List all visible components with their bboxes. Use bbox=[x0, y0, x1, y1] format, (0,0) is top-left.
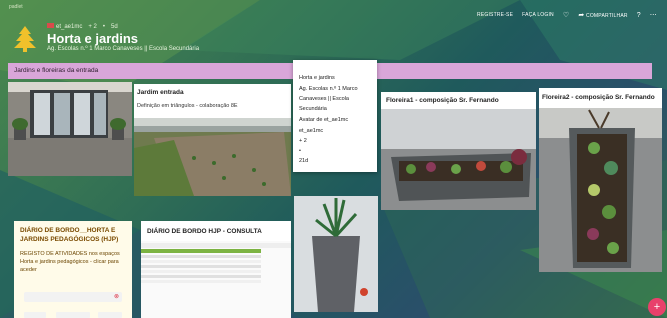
entrance-photo bbox=[8, 82, 132, 176]
post-jardim-entrada[interactable]: Jardim entrada Definição em triângulos -… bbox=[134, 84, 291, 196]
garden-photo bbox=[134, 118, 291, 196]
action-pill[interactable] bbox=[56, 312, 90, 318]
author-name[interactable]: et_ae1mc bbox=[56, 24, 82, 30]
help-icon[interactable]: ? bbox=[637, 12, 641, 19]
page-title: Horta e jardins bbox=[47, 31, 139, 46]
author-tooltip: Horta e jardins Ag. Escolas n.º 1 Marco … bbox=[293, 60, 377, 172]
post-title: Jardim entrada bbox=[137, 89, 184, 96]
register-link[interactable]: REGISTRE-SE bbox=[477, 12, 513, 18]
heart-icon[interactable]: ♡ bbox=[563, 11, 569, 19]
add-post-button[interactable]: + bbox=[648, 298, 666, 316]
spreadsheet-preview bbox=[141, 241, 291, 318]
tooltip-line: • bbox=[299, 148, 301, 154]
post-title: DIÁRIO DE BORDO__HORTA E JARDINS PEDAGÓG… bbox=[20, 227, 119, 243]
tooltip-line: et_ae1mc bbox=[299, 128, 324, 134]
plant-pot-photo bbox=[294, 196, 378, 312]
login-link[interactable]: FAÇA LOGIN bbox=[522, 12, 554, 18]
brand-logo[interactable]: padlet bbox=[9, 4, 23, 10]
post-title: DIÁRIO DE BORDO HJP - CONSULTA bbox=[147, 228, 262, 235]
tooltip-line: Canaveses || Escola bbox=[299, 96, 349, 102]
tooltip-line: Secundária bbox=[299, 106, 327, 112]
top-bar: padlet et_ae1mc + 2 • 5d Horta e jardins… bbox=[0, 0, 667, 62]
post-plant-pot[interactable] bbox=[294, 196, 378, 312]
share-icon: ➦ bbox=[578, 12, 585, 19]
share-button[interactable]: ➦ COMPARTILHAR bbox=[578, 11, 627, 19]
top-nav: REGISTRE-SE FAÇA LOGIN ♡ ➦ COMPARTILHAR … bbox=[477, 11, 657, 20]
floreira1-photo bbox=[381, 109, 536, 210]
post-diario-de-bordo[interactable]: DIÁRIO DE BORDO__HORTA E JARDINS PEDAGÓG… bbox=[14, 221, 132, 318]
post-floreira1[interactable]: Floreira1 - composição Sr. Fernando bbox=[381, 92, 536, 210]
post-diario-consulta[interactable]: DIÁRIO DE BORDO HJP - CONSULTA bbox=[141, 221, 291, 318]
floreira2-photo bbox=[539, 108, 662, 272]
clear-icon[interactable]: ⊗ bbox=[114, 293, 119, 300]
tooltip-line: Avatar de et_ae1mc bbox=[299, 117, 349, 123]
tooltip-line: Ag. Escolas n.º 1 Marco bbox=[299, 86, 358, 92]
action-pill[interactable] bbox=[98, 312, 122, 318]
dot-separator: • bbox=[102, 23, 105, 30]
post-age: 5d bbox=[110, 23, 118, 30]
post-entrance-photo[interactable] bbox=[8, 82, 132, 176]
post-text: REGISTO DE ATIVIDADES nos espaços Horta … bbox=[20, 251, 120, 273]
post-title: Floreira2 - composição Sr. Fernando bbox=[542, 94, 655, 101]
post-floreira2[interactable]: Floreira2 - composição Sr. Fernando bbox=[539, 88, 662, 272]
share-label: COMPARTILHAR bbox=[586, 13, 628, 19]
tooltip-line: Horta e jardins bbox=[299, 75, 335, 81]
post-text: Definição em triângulos - colaboração 8E bbox=[137, 103, 238, 109]
action-pill[interactable] bbox=[24, 312, 46, 318]
section-title: Jardins e floreiras da entrada bbox=[14, 67, 99, 74]
more-icon[interactable]: ⋯ bbox=[650, 11, 657, 19]
tree-icon bbox=[14, 26, 36, 52]
collaborators-count: + 2 bbox=[88, 23, 97, 30]
author-line: et_ae1mc + 2 • 5d bbox=[47, 23, 118, 30]
comment-input[interactable]: ⊗ bbox=[24, 292, 122, 302]
tooltip-line: + 2 bbox=[299, 138, 307, 144]
page-subtitle: Ag. Escolas n.º 1 Marco Canaveses || Esc… bbox=[47, 46, 200, 52]
post-title: Floreira1 - composição Sr. Fernando bbox=[386, 97, 499, 104]
tooltip-line: 21d bbox=[299, 158, 309, 164]
flag-icon bbox=[47, 23, 54, 28]
